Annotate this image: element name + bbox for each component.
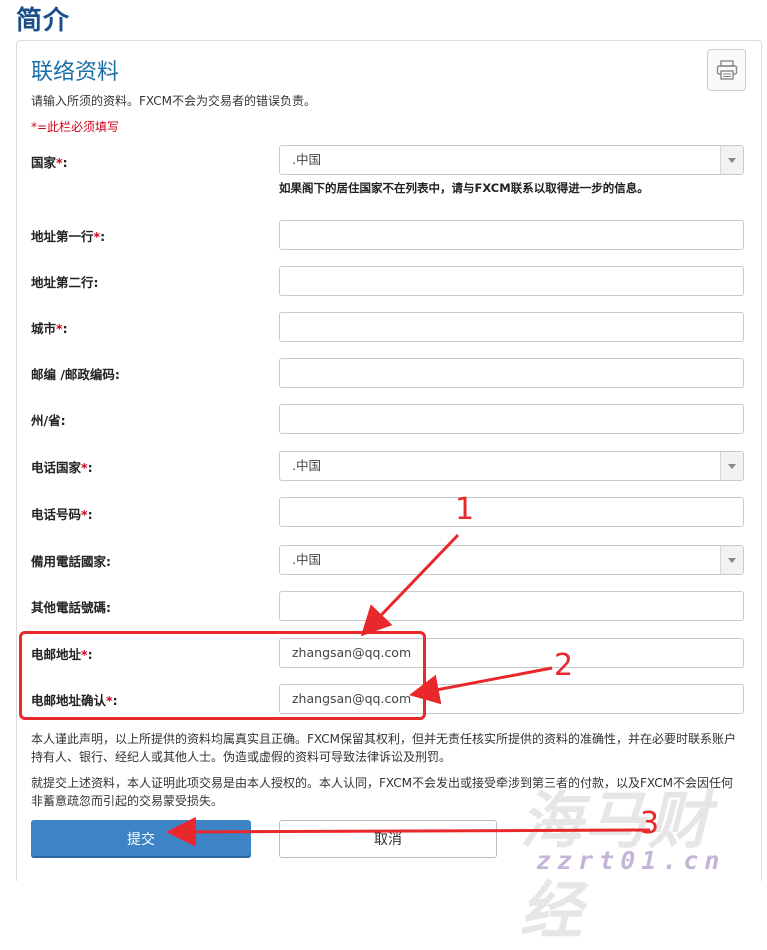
annotation-highlight-box [19,631,426,720]
country-select[interactable]: .中国 [279,145,744,175]
address-line1-input[interactable] [279,220,744,250]
print-button[interactable] [707,49,746,91]
label-phone-country: 电话国家*: [31,460,93,475]
label-address-line2: 地址第二行: [31,275,99,290]
phone-number-input[interactable] [279,497,744,527]
disclaimer-declaration: 本人谨此声明，以上所提供的资料均属真实且正确。FXCM保留其权利，但并无责任核实… [31,732,736,764]
section-title: 联络资料 [31,60,120,85]
annotation-number-3: 3 [640,806,660,841]
annotation-number-2: 2 [554,648,574,683]
intro-text: 请输入所须的资料。FXCM不会为交易者的错误负责。 [31,94,316,108]
other-phone-input[interactable] [279,591,744,621]
required-note: *=此栏必须填写 [31,120,120,134]
submit-button[interactable]: 提交 [31,820,251,858]
city-input[interactable] [279,312,744,342]
alt-phone-country-select[interactable]: .中国 [279,545,744,575]
cancel-button[interactable]: 取消 [279,820,497,858]
chevron-down-icon [720,452,743,480]
label-address-line1: 地址第一行*: [31,229,106,244]
label-country: 国家*: [31,155,68,170]
address-line2-input[interactable] [279,266,744,296]
chevron-down-icon [720,146,743,174]
annotation-number-1: 1 [455,492,475,527]
state-input[interactable] [279,404,744,434]
label-phone-number: 电话号码*: [31,507,93,522]
chevron-down-icon [720,546,743,574]
printer-icon [716,60,737,80]
label-postcode: 邮编 /邮政编码: [31,367,120,382]
page-title: 简介 [16,6,71,36]
country-hint: 如果阁下的居住国家不在列表中，请与FXCM联系以取得进一步的信息。 [279,181,649,195]
watermark-url: zzrt01.cn [536,846,726,875]
label-other-phone: 其他電話號碼: [31,600,112,615]
label-state: 州/省: [31,413,66,428]
phone-country-select[interactable]: .中国 [279,451,744,481]
label-alt-phone-country: 備用電話國家: [31,554,112,569]
postcode-input[interactable] [279,358,744,388]
label-city: 城市*: [31,321,68,336]
